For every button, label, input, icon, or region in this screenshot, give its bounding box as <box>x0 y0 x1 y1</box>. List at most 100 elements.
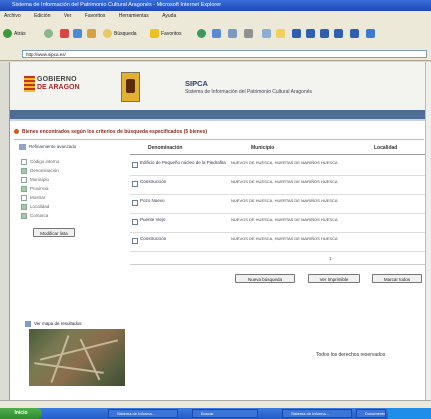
check-provincia[interactable]: Provincia <box>21 185 49 192</box>
table-row[interactable]: Construcción NUEVOS DE HUESCA, HUERTAS D… <box>130 176 425 195</box>
address-input[interactable]: http://www.sipca.es/ <box>22 50 427 58</box>
search-button[interactable]: Búsqueda <box>103 29 137 40</box>
col-municipio[interactable]: Municipio <box>251 145 274 151</box>
folder-button[interactable] <box>276 29 287 40</box>
map-thumbnail[interactable] <box>29 329 125 386</box>
sipca-emblem-icon <box>121 72 140 102</box>
printable-button[interactable]: Ver Imprimible <box>308 274 360 283</box>
tool-button-3[interactable] <box>320 29 331 40</box>
back-button[interactable]: Atrás <box>3 29 26 40</box>
item-icon <box>132 200 138 206</box>
system-tray <box>388 408 431 419</box>
history-button[interactable] <box>212 29 223 40</box>
item-icon <box>132 219 138 225</box>
check-codigo[interactable]: Código interno <box>21 158 59 165</box>
task-item[interactable]: Sistema de Informa... <box>282 409 352 418</box>
page-content: GOBIERNO DE ARAGON SIPCA Sistema de Info… <box>9 62 431 400</box>
aragon-flag-icon <box>24 76 35 92</box>
check-municipio[interactable]: Municipio <box>21 176 49 183</box>
results-message: Bienes encontrados según los criterios d… <box>14 128 424 136</box>
header-banner: GOBIERNO DE ARAGON SIPCA Sistema de Info… <box>10 62 431 110</box>
checkbox[interactable] <box>21 212 27 219</box>
checkbox[interactable] <box>21 158 27 165</box>
window-title: Sistema de Información del Patrimonio Cu… <box>0 0 431 11</box>
refine-panel: Refinamiento avanzado Código interno Den… <box>19 144 119 284</box>
page-indicator[interactable]: 1 <box>329 256 332 261</box>
col-localidad[interactable]: Localidad <box>374 145 397 151</box>
vertical-scrollbar[interactable] <box>425 62 431 400</box>
folder-icon <box>276 29 285 39</box>
footer-copyright: Todos los derechos reservados <box>316 352 386 358</box>
print-icon <box>244 29 253 39</box>
start-button[interactable]: Inicio <box>0 408 42 419</box>
check-localidad[interactable]: Localidad <box>21 203 49 210</box>
menu-ayuda[interactable]: Ayuda <box>162 13 176 19</box>
tool-button-1[interactable] <box>292 29 303 40</box>
modify-list-button[interactable]: Modificar lista <box>33 228 75 237</box>
new-search-button[interactable]: Nueva búsqueda <box>235 274 295 283</box>
table-row[interactable]: Edificio de Pequeño núcleo de la Piedraf… <box>130 157 425 176</box>
forward-arrow-icon <box>44 29 53 39</box>
header-divider-line <box>10 119 431 121</box>
item-icon <box>132 181 138 187</box>
menu-favoritos[interactable]: Favoritos <box>85 13 106 19</box>
media-icon <box>197 29 206 39</box>
gobierno-aragon-logo: GOBIERNO DE ARAGON <box>24 74 80 96</box>
history-icon <box>212 29 221 39</box>
header-divider-bar <box>10 110 431 119</box>
tool-button-2[interactable] <box>306 29 317 40</box>
site-title: SIPCA <box>185 79 208 88</box>
table-row[interactable]: Pozo Nuevo NUEVOS DE HUESCA, HUERTAS DE … <box>130 195 425 214</box>
tool-icon-2 <box>306 29 315 39</box>
site-subtitle: Sistema de Información del Patrimonio Cu… <box>185 89 313 95</box>
address-bar: http://www.sipca.es/ <box>0 48 431 61</box>
task-item[interactable]: Buscar <box>192 409 258 418</box>
checkbox[interactable] <box>21 176 27 183</box>
item-icon <box>132 162 138 168</box>
mail-icon <box>228 29 237 39</box>
tool-button-4[interactable] <box>334 29 345 40</box>
back-arrow-icon <box>3 29 12 39</box>
mail-button[interactable] <box>228 29 239 40</box>
checkbox[interactable] <box>21 194 27 201</box>
divider <box>14 139 424 140</box>
tool-button-5[interactable] <box>350 29 361 40</box>
checkbox[interactable] <box>21 185 27 192</box>
stop-button[interactable] <box>60 29 71 40</box>
print-button[interactable] <box>244 29 255 40</box>
map-icon <box>25 321 31 327</box>
checkbox[interactable] <box>21 167 27 174</box>
checkbox[interactable] <box>21 203 27 210</box>
tool-icon-4 <box>334 29 343 39</box>
col-denominacion[interactable]: Denominación <box>148 145 182 151</box>
refine-label[interactable]: Refinamiento avanzado <box>19 144 76 150</box>
divider <box>130 264 425 265</box>
mark-all-button[interactable]: Marcar todos <box>372 274 422 283</box>
home-icon <box>87 29 96 39</box>
menu-edicion[interactable]: Edición <box>34 13 50 19</box>
refine-icon <box>19 144 26 150</box>
forward-button[interactable] <box>44 29 55 40</box>
edit-icon <box>262 29 271 39</box>
tool-icon-1 <box>292 29 301 39</box>
menu-herramientas[interactable]: Herramientas <box>119 13 149 19</box>
favorites-button[interactable]: Favoritos <box>150 29 182 40</box>
check-denominacion[interactable]: Denominación <box>21 167 59 174</box>
task-item[interactable]: Sistema de Informa... <box>108 409 178 418</box>
search-icon <box>103 29 112 39</box>
task-item[interactable]: Documento <box>356 409 386 418</box>
refresh-icon <box>73 29 82 39</box>
table-row[interactable]: Puente Viejo NUEVOS DE HUESCA, HUERTAS D… <box>130 214 425 233</box>
edit-button[interactable] <box>262 29 273 40</box>
home-button[interactable] <box>87 29 98 40</box>
refresh-button[interactable] <box>73 29 84 40</box>
check-comarca[interactable]: Comarca <box>21 212 48 219</box>
table-row[interactable]: Construcción NUEVOS DE HUESCA, HUERTAS D… <box>130 233 425 252</box>
media-button[interactable] <box>197 29 208 40</box>
check-mostrar[interactable]: Mostrar <box>21 194 45 201</box>
menu-archivo[interactable]: Archivo <box>4 13 21 19</box>
map-results-link[interactable]: Ver mapa de resultados <box>25 321 82 327</box>
info-bullet-icon <box>14 129 19 135</box>
tool-button-6[interactable] <box>366 29 377 40</box>
menu-ver[interactable]: Ver <box>64 13 72 19</box>
